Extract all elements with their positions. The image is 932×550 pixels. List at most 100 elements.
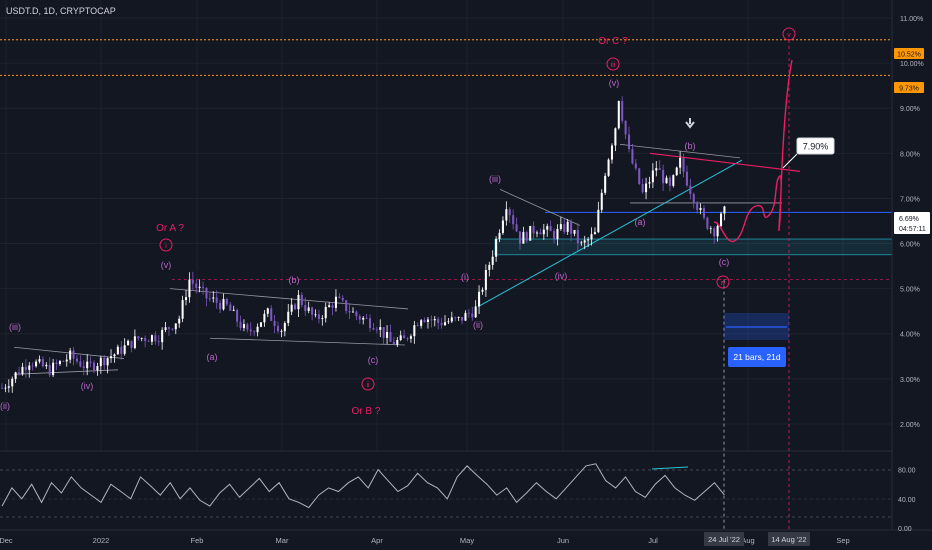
candle-body <box>21 366 24 375</box>
y-tick-label: 11.00% <box>900 16 923 23</box>
candle-body <box>256 326 259 333</box>
candle-body <box>41 359 44 367</box>
candle-body <box>638 168 641 184</box>
candle-body <box>614 128 617 146</box>
candle-body <box>713 228 716 237</box>
candle-body <box>668 177 671 186</box>
candle-body <box>324 306 327 319</box>
candle-body <box>573 229 576 234</box>
candle-body <box>665 177 668 184</box>
candle-body <box>133 336 136 349</box>
candle-body <box>249 329 252 332</box>
candle-body <box>215 297 218 303</box>
candle-body <box>604 175 607 193</box>
x-tick-label: Feb <box>191 536 204 545</box>
usdt-dominance-chart[interactable]: USDT.D, 1D, CRYPTOCAP 2.00% 3.00% 4.00% 5.0… <box>0 0 932 550</box>
candle-body <box>409 336 412 339</box>
candle-body <box>263 313 266 323</box>
candle-body <box>372 328 375 330</box>
candle-body <box>481 289 484 292</box>
candle-body <box>563 224 566 232</box>
candle-body <box>662 169 665 184</box>
candle-body <box>99 357 102 367</box>
candle-body <box>222 298 225 310</box>
candle-body <box>205 287 208 299</box>
y-tick-label: 4.00% <box>900 332 920 339</box>
candle-body <box>379 327 382 330</box>
candle-body <box>116 346 119 355</box>
candle-body <box>181 300 184 319</box>
candle-body <box>450 317 453 322</box>
candle-body <box>396 339 399 345</box>
candle-body <box>287 311 290 324</box>
candle-body <box>48 364 51 376</box>
candle-body <box>290 304 293 312</box>
candle-body <box>362 317 365 320</box>
circle-iv-label: iv <box>720 280 726 287</box>
candle-body <box>655 168 658 171</box>
candle-body <box>539 232 542 235</box>
candle-body <box>113 354 116 357</box>
wave-ii2: (ii) <box>473 320 483 330</box>
candle-body <box>365 317 368 319</box>
candle-body <box>570 221 573 234</box>
candle-body <box>82 366 85 369</box>
candle-body <box>341 297 344 301</box>
candle-body <box>454 317 457 319</box>
wave-iv2: (iv) <box>555 271 568 281</box>
candle-body <box>535 232 539 234</box>
candle-body <box>716 225 719 237</box>
y-tick-label: 8.00% <box>900 151 920 158</box>
candle-body <box>348 311 351 313</box>
candle-body <box>208 298 211 300</box>
or-b-label: Or B ? <box>352 406 381 417</box>
candle-body <box>375 329 378 331</box>
candle-body <box>382 327 385 338</box>
candle-body <box>31 365 34 367</box>
candle-body <box>171 328 174 330</box>
candle-body <box>696 203 699 211</box>
candle-body <box>607 159 610 176</box>
candle-body <box>307 307 310 311</box>
candle-body <box>440 322 443 326</box>
candle-body <box>11 378 14 387</box>
circle-ii-label: ii <box>366 382 370 389</box>
date-marker-1: 24 Jul '22 <box>708 535 740 544</box>
candle-body <box>58 361 61 365</box>
candle-body <box>229 304 232 311</box>
candle-body <box>195 283 198 288</box>
candle-body <box>277 326 280 332</box>
candle-body <box>120 346 123 354</box>
candle-body <box>478 291 481 307</box>
candle-body <box>198 286 201 288</box>
candle-body <box>174 323 177 330</box>
wave-b1: (b) <box>289 275 300 285</box>
candle-body <box>593 232 596 235</box>
candle-body <box>491 256 494 265</box>
candle-body <box>219 302 222 310</box>
candle-body <box>270 308 273 321</box>
x-tick-label: May <box>460 536 474 545</box>
candle-body <box>546 226 549 230</box>
rsi-tick-label: 80.00 <box>898 468 916 475</box>
support-zone <box>494 238 893 256</box>
candle-body <box>338 296 341 298</box>
candle-body <box>621 101 624 121</box>
wave-i2: (i) <box>461 272 469 282</box>
candle-body <box>522 232 525 244</box>
candle-body <box>433 318 436 321</box>
candle-body <box>369 318 372 329</box>
y-tick-label: 10.00% <box>900 61 924 68</box>
circle-v-label: v <box>787 32 791 39</box>
wave-a2: (a) <box>635 217 646 227</box>
candle-body <box>583 240 586 243</box>
candle-body <box>553 231 556 240</box>
candle-body <box>443 322 447 326</box>
candle-body <box>24 366 27 370</box>
candle-body <box>501 220 504 233</box>
x-tick-label: Mar <box>276 536 289 545</box>
candle-body <box>464 312 467 321</box>
candle-body <box>651 170 654 183</box>
level-label-10-52: 10.52% <box>897 52 921 59</box>
candle-body <box>178 318 181 324</box>
